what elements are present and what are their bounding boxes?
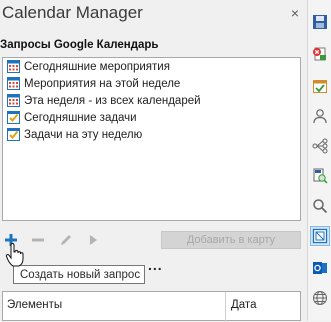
list-item[interactable]: Мероприятия на этой неделе bbox=[3, 75, 300, 92]
column-divider[interactable] bbox=[225, 292, 226, 322]
panel-title: Calendar Manager bbox=[2, 3, 143, 22]
calendar-check-icon[interactable] bbox=[310, 76, 330, 96]
more-options[interactable]: ... bbox=[148, 257, 163, 273]
query-list[interactable]: Сегодняшние мероприятия Мероприятия на э… bbox=[2, 57, 301, 221]
edit-query-button[interactable] bbox=[56, 230, 76, 250]
list-item[interactable]: Сегодняшние задачи bbox=[3, 109, 300, 126]
column-date[interactable]: Дата bbox=[231, 299, 256, 311]
list-item-label: Задачи на эту неделю bbox=[24, 128, 143, 141]
list-item-label: Эта неделя - из всех календарей bbox=[24, 94, 201, 107]
add-to-map-button[interactable]: Добавить в карту bbox=[161, 231, 301, 249]
list-item-label: Сегодняшние мероприятия bbox=[24, 60, 170, 73]
column-elements[interactable]: Элементы bbox=[7, 299, 62, 311]
right-sidebar bbox=[307, 0, 331, 321]
play-icon bbox=[90, 235, 97, 245]
calendar-active-icon[interactable] bbox=[310, 226, 330, 246]
calendar-grid-icon bbox=[7, 77, 20, 90]
list-item[interactable]: Сегодняшние мероприятия bbox=[3, 58, 300, 75]
search-icon[interactable] bbox=[310, 196, 330, 216]
calendar-grid-icon bbox=[7, 60, 20, 73]
pencil-icon bbox=[61, 235, 71, 245]
list-item[interactable]: Задачи на эту неделю bbox=[3, 126, 300, 143]
section-label: Запросы Google Календарь bbox=[0, 39, 159, 51]
checkbox-task-icon bbox=[7, 111, 20, 124]
elements-table-header: Элементы Дата bbox=[2, 291, 301, 322]
tooltip: Создать новый запрос bbox=[13, 265, 145, 284]
save-icon[interactable] bbox=[310, 12, 330, 32]
calendar-manager-panel: Calendar Manager × Запросы Google Календ… bbox=[0, 0, 307, 322]
link-tree-icon[interactable] bbox=[310, 136, 330, 156]
user-icon[interactable] bbox=[310, 106, 330, 126]
globe-icon[interactable] bbox=[310, 288, 330, 308]
close-icon[interactable]: × bbox=[288, 6, 302, 20]
hand-cursor-icon bbox=[5, 243, 24, 267]
list-item-label: Сегодняшние задачи bbox=[24, 111, 137, 124]
list-item-label: Мероприятия на этой неделе bbox=[24, 77, 181, 90]
run-query-button[interactable] bbox=[83, 230, 103, 250]
list-item[interactable]: Эта неделя - из всех календарей bbox=[3, 92, 300, 109]
calendar-grid-icon bbox=[7, 94, 20, 107]
outlook-icon[interactable] bbox=[310, 258, 330, 278]
checkbox-task-icon bbox=[7, 128, 20, 141]
search-page-icon[interactable] bbox=[310, 166, 330, 186]
remove-query-button[interactable] bbox=[28, 230, 48, 250]
minus-icon bbox=[32, 238, 44, 242]
delete-page-icon[interactable] bbox=[310, 44, 330, 64]
